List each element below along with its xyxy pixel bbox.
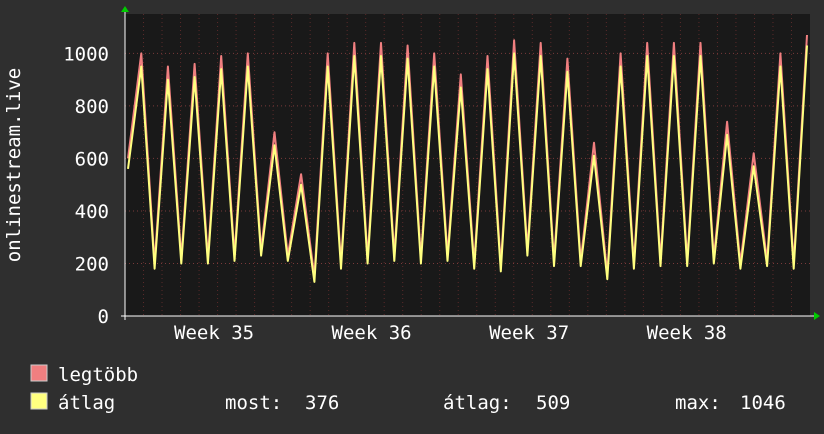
legend-swatch-legtobb [30,364,48,382]
y-tick-label: 0 [98,306,109,328]
x-tick-label: Week 36 [332,322,412,344]
x-axis-ticks: Week 35 Week 36 Week 37 Week 38 [174,322,727,344]
chart: 0 200 400 600 800 1000 Week 35 Week 36 Week 37 W… [0,0,824,430]
stat-most-label: most: [225,392,282,414]
y-tick-label: 800 [75,96,109,118]
x-tick-label: Week 35 [174,322,254,344]
y-tick-label: 600 [75,148,109,170]
x-tick-label: Week 37 [489,322,569,344]
chart-svg: 02004006008001000 Week 35 Week 36 Week 37 W… [3,6,820,414]
stat-max-label: max: [675,392,721,414]
x-axis-arrow [814,312,820,320]
stat-atlag-label: átlag: [443,392,512,414]
y-axis-ticks: 0 200 400 600 800 1000 [63,43,109,328]
stat-most-value: 376 [305,392,339,414]
stat-max-value: 1046 [740,392,786,414]
stat-atlag-value: 509 [536,392,570,414]
legend-label-legtobb: legtöbb [58,364,138,386]
y-tick-label: 1000 [63,43,109,65]
y-tick-label: 200 [75,253,109,275]
y-tick-label: 400 [75,201,109,223]
y-axis-label: onlinestream.live [3,68,25,262]
x-tick-label: Week 38 [647,322,727,344]
legend-swatch-atlag [30,392,48,410]
y-axis-arrow [121,6,129,12]
legend-label-atlag: átlag [58,392,115,414]
